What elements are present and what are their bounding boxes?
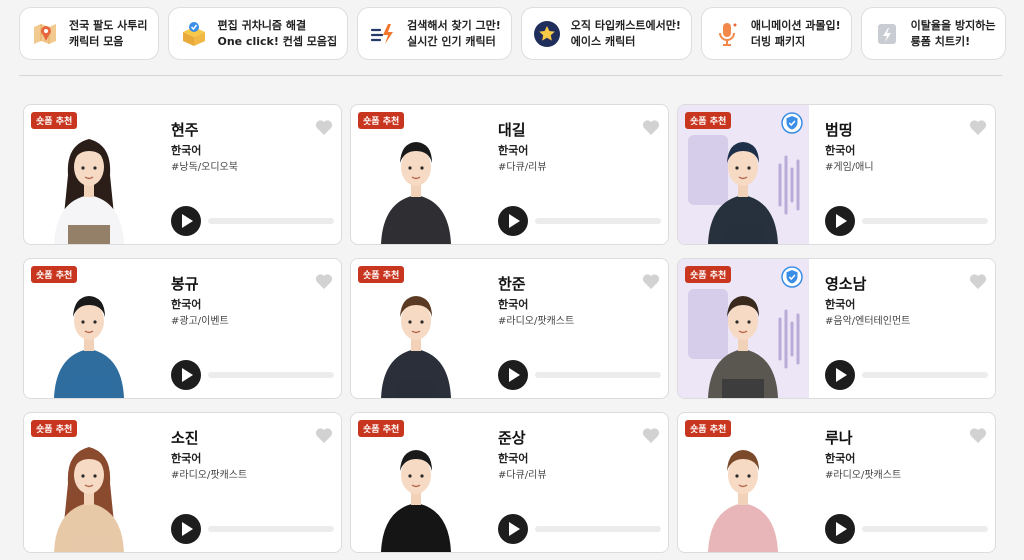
- verified-badge-icon: [781, 112, 803, 134]
- character-card[interactable]: 숏폼 추천 한준 한국어 #라디오/팟캐스트: [350, 258, 669, 399]
- character-name: 루나: [825, 429, 853, 447]
- category-dialect[interactable]: 전국 팔도 사투리 캐릭터 모음: [19, 7, 159, 60]
- character-tag: #음악/엔터테인먼트: [825, 316, 911, 327]
- character-tag: #광고/이벤트: [171, 316, 229, 327]
- lightning-list-icon: [368, 19, 398, 49]
- character-name: 한준: [498, 275, 526, 293]
- audio-progress-bar[interactable]: [862, 526, 988, 532]
- audio-progress-bar[interactable]: [862, 372, 988, 378]
- category-dubbing[interactable]: 애니메이션 과몰입! 더빙 패키지: [700, 7, 852, 60]
- category-shortform[interactable]: 이탈율을 방지하는 룡폼 치트키!: [860, 7, 1007, 60]
- star-icon: [532, 19, 562, 49]
- play-button[interactable]: [171, 206, 201, 236]
- character-language: 한국어: [825, 452, 856, 465]
- character-language: 한국어: [498, 452, 529, 465]
- character-tag: #라디오/팟캐스트: [498, 316, 575, 327]
- play-button[interactable]: [825, 514, 855, 544]
- recommend-badge: 숏폼 추천: [31, 112, 78, 129]
- heart-icon[interactable]: [315, 273, 333, 290]
- character-tag: #라디오/팟캐스트: [825, 470, 902, 481]
- character-card[interactable]: 숏폼 추천 루나 한국어 #라디오/팟캐스트: [677, 412, 996, 553]
- recommend-badge: 숏폼 추천: [358, 420, 405, 437]
- character-language: 한국어: [171, 144, 202, 157]
- microphone-icon: [712, 19, 742, 49]
- map-pin-icon: [30, 19, 60, 49]
- character-name: 현주: [171, 121, 199, 139]
- audio-progress-bar[interactable]: [862, 218, 988, 224]
- character-language: 한국어: [498, 298, 529, 311]
- character-card[interactable]: 숏폼 추천 범띵 한국어 #게임/애니: [677, 104, 996, 245]
- heart-icon[interactable]: [642, 119, 660, 136]
- character-card[interactable]: 숏폼 추천 대길 한국어 #다큐/리뷰: [350, 104, 669, 245]
- bolt-card-icon: [872, 19, 902, 49]
- heart-icon[interactable]: [315, 119, 333, 136]
- character-card[interactable]: 숏폼 추천 봉규 한국어 #광고/이벤트: [23, 258, 342, 399]
- category-ace[interactable]: 오직 타입캐스트에서만! 에이스 캐릭터: [520, 7, 692, 60]
- character-tag: #게임/애니: [825, 162, 874, 173]
- character-card[interactable]: 숏폼 추천 영소남 한국어 #음악/엔터테인먼트: [677, 258, 996, 399]
- character-language: 한국어: [171, 452, 202, 465]
- play-button[interactable]: [498, 206, 528, 236]
- play-button[interactable]: [171, 360, 201, 390]
- character-language: 한국어: [825, 144, 856, 157]
- character-card[interactable]: 숏폼 추천 현주 한국어 #낭독/오디오북: [23, 104, 342, 245]
- divider: [19, 75, 1002, 76]
- audio-progress-bar[interactable]: [535, 372, 661, 378]
- gift-box-icon: [179, 19, 209, 49]
- heart-icon[interactable]: [969, 273, 987, 290]
- verified-badge-icon: [781, 266, 803, 288]
- audio-progress-bar[interactable]: [208, 218, 334, 224]
- character-language: 한국어: [825, 298, 856, 311]
- audio-progress-bar[interactable]: [208, 372, 334, 378]
- character-tag: #다큐/리뷰: [498, 470, 547, 481]
- character-name: 영소남: [825, 275, 867, 293]
- character-language: 한국어: [171, 298, 202, 311]
- character-tag: #라디오/팟캐스트: [171, 470, 248, 481]
- character-name: 대길: [498, 121, 526, 139]
- heart-icon[interactable]: [315, 427, 333, 444]
- audio-progress-bar[interactable]: [535, 526, 661, 532]
- play-button[interactable]: [171, 514, 201, 544]
- heart-icon[interactable]: [969, 427, 987, 444]
- category-concept[interactable]: 편집 귀차니즘 해결 One click! 컨셉 모음집: [167, 7, 349, 60]
- character-grid: 숏폼 추천 현주 한국어 #낭독/오디오북 숏폼 추천 대길 한국어 #다큐/리…: [23, 104, 996, 553]
- recommend-badge: 숏폼 추천: [685, 112, 732, 129]
- character-tag: #다큐/리뷰: [498, 162, 547, 173]
- heart-icon[interactable]: [969, 119, 987, 136]
- character-card[interactable]: 숏폼 추천 준상 한국어 #다큐/리뷰: [350, 412, 669, 553]
- character-name: 소진: [171, 429, 199, 447]
- recommend-badge: 숏폼 추천: [685, 420, 732, 437]
- character-card[interactable]: 숏폼 추천 소진 한국어 #라디오/팟캐스트: [23, 412, 342, 553]
- recommend-badge: 숏폼 추천: [358, 266, 405, 283]
- character-name: 범띵: [825, 121, 853, 139]
- character-name: 봉규: [171, 275, 199, 293]
- recommend-badge: 숏폼 추천: [358, 112, 405, 129]
- play-button[interactable]: [498, 514, 528, 544]
- recommend-badge: 숏폼 추천: [31, 420, 78, 437]
- play-button[interactable]: [825, 206, 855, 236]
- character-name: 준상: [498, 429, 526, 447]
- audio-progress-bar[interactable]: [535, 218, 661, 224]
- heart-icon[interactable]: [642, 273, 660, 290]
- category-bar: 전국 팔도 사투리 캐릭터 모음 편집 귀차니즘 해결 One click! 컨셉 …: [19, 7, 1007, 60]
- character-tag: #낭독/오디오북: [171, 162, 238, 173]
- play-button[interactable]: [498, 360, 528, 390]
- recommend-badge: 숏폼 추천: [685, 266, 732, 283]
- category-popular[interactable]: 검색해서 찾기 그만! 실시간 인기 캐릭터: [357, 7, 512, 60]
- play-button[interactable]: [825, 360, 855, 390]
- audio-progress-bar[interactable]: [208, 526, 334, 532]
- character-language: 한국어: [498, 144, 529, 157]
- heart-icon[interactable]: [642, 427, 660, 444]
- recommend-badge: 숏폼 추천: [31, 266, 78, 283]
